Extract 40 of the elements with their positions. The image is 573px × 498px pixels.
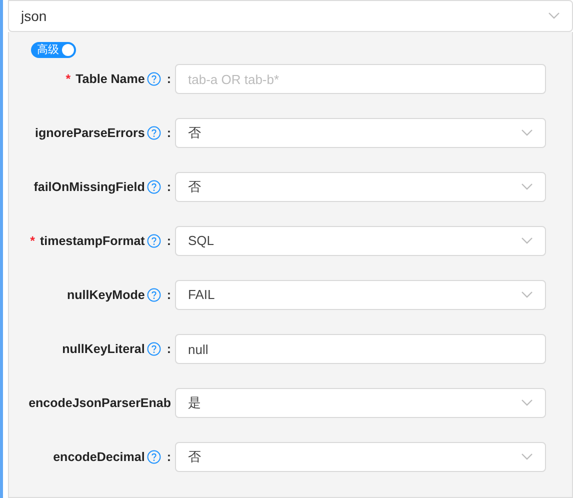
required-mark: *	[30, 232, 35, 250]
text-input[interactable]: null	[175, 334, 546, 364]
colon: :	[166, 70, 171, 88]
colon: :	[166, 448, 171, 466]
field-label: failOnMissingField	[34, 178, 145, 196]
format-select[interactable]: json	[8, 0, 573, 32]
chevron-down-icon	[521, 399, 533, 407]
required-mark: *	[66, 70, 71, 88]
select-field[interactable]: FAIL	[175, 280, 546, 310]
text-input[interactable]: tab-a OR tab-b*	[175, 64, 546, 94]
chevron-down-icon	[548, 12, 560, 20]
field-label: nullKeyMode	[67, 286, 145, 304]
field-label: Table Name	[76, 70, 145, 88]
colon: :	[166, 178, 171, 196]
field-label: encodeJsonParserEnab	[28, 394, 171, 412]
field-label: encodeDecimal	[53, 448, 145, 466]
help-icon[interactable]	[146, 126, 161, 140]
help-icon[interactable]	[146, 234, 161, 248]
select-field[interactable]: 是	[175, 388, 546, 418]
chevron-down-icon	[521, 291, 533, 299]
help-icon[interactable]	[146, 450, 161, 464]
select-field[interactable]: 否	[175, 172, 546, 202]
chevron-down-icon	[521, 453, 533, 461]
colon: :	[166, 286, 171, 304]
select-field[interactable]: 否	[175, 118, 546, 148]
colon: :	[166, 340, 171, 358]
help-icon[interactable]	[146, 288, 161, 302]
select-field[interactable]: SQL	[175, 226, 546, 256]
field-label: timestampFormat	[40, 232, 145, 250]
chevron-down-icon	[521, 129, 533, 137]
field-label: nullKeyLiteral	[62, 340, 145, 358]
colon: :	[166, 124, 171, 142]
chevron-down-icon	[521, 183, 533, 191]
help-icon[interactable]	[146, 180, 161, 194]
help-icon[interactable]	[146, 342, 161, 356]
help-icon[interactable]	[146, 72, 161, 86]
select-field[interactable]: 否	[175, 442, 546, 472]
chevron-down-icon	[521, 237, 533, 245]
colon: :	[166, 232, 171, 250]
field-label: ignoreParseErrors	[35, 124, 145, 142]
